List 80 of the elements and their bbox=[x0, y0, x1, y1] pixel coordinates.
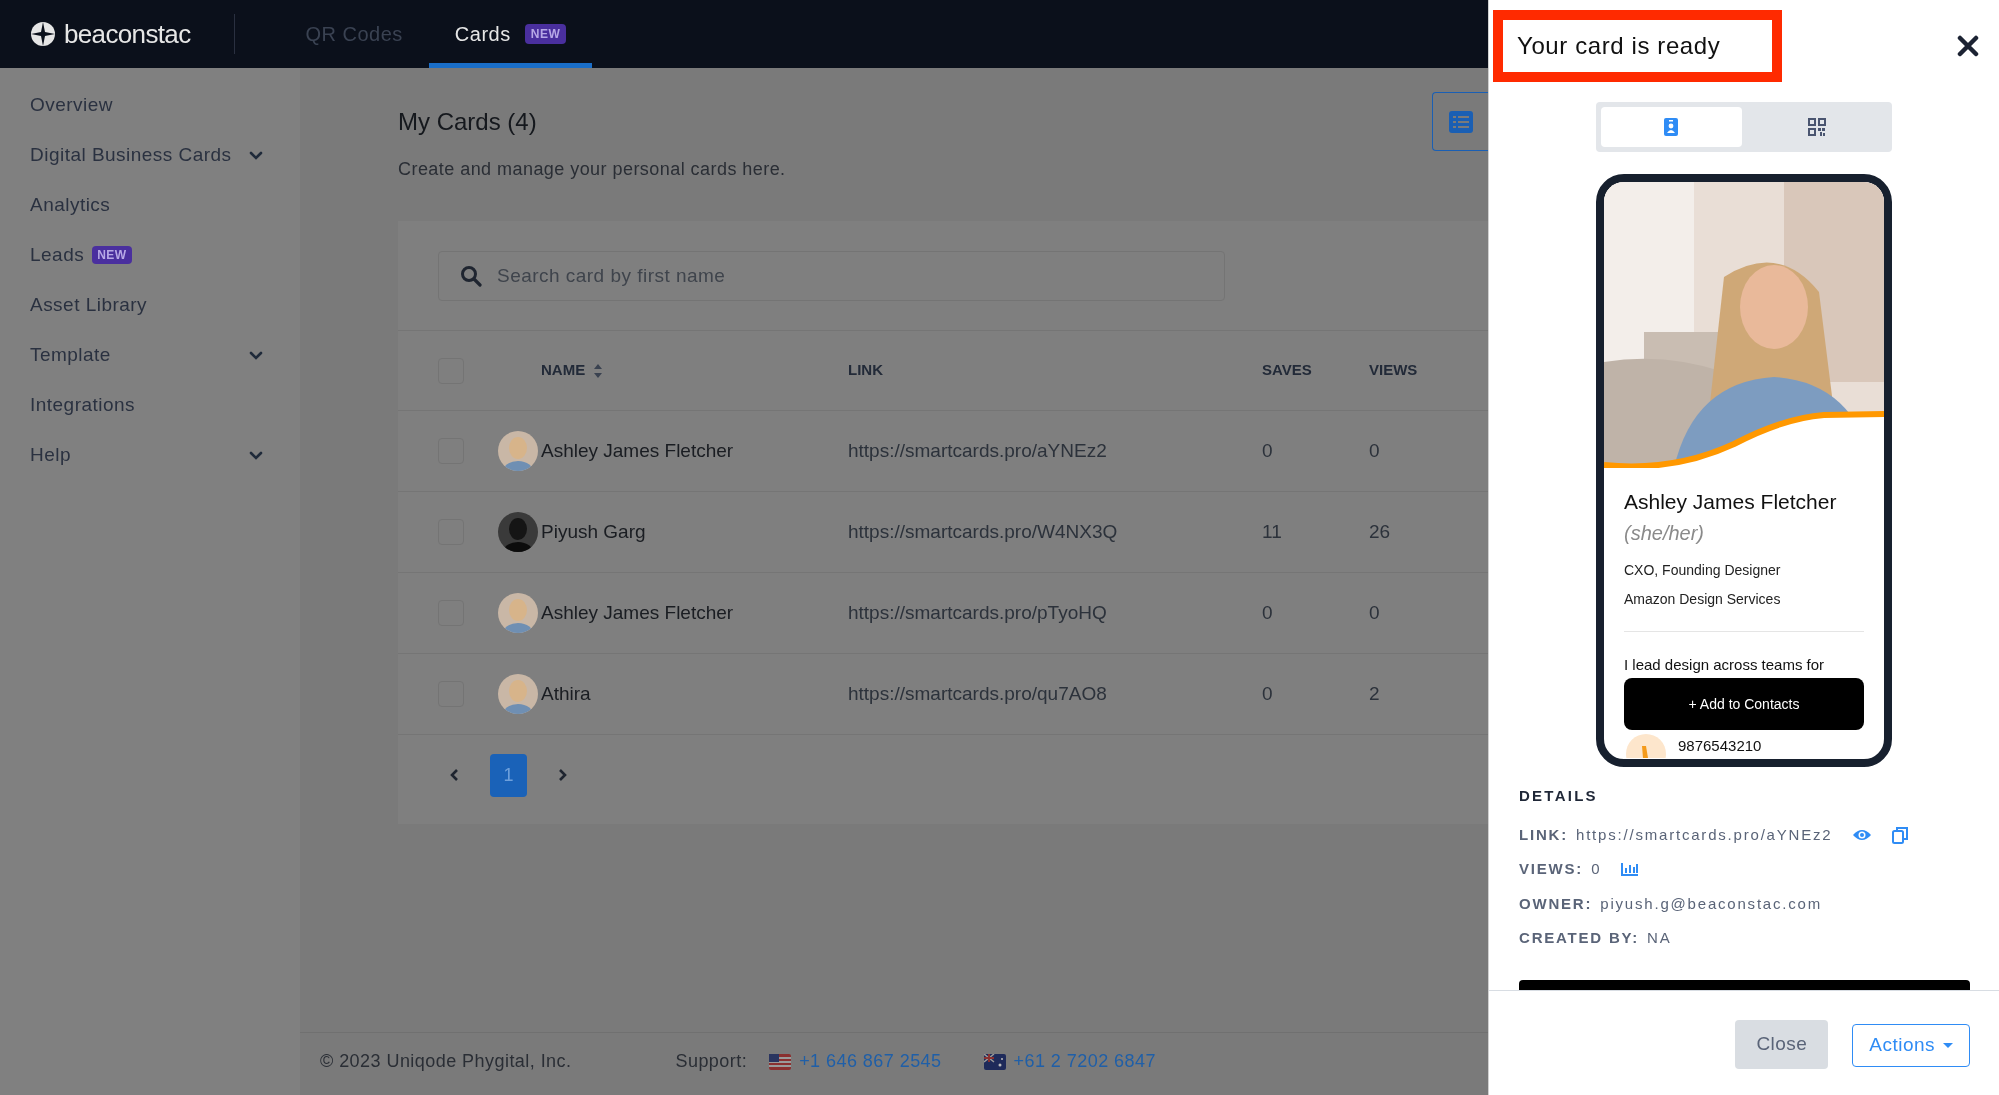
add-to-contacts-button[interactable]: + Add to Contacts bbox=[1624, 678, 1864, 730]
card-phone-number: 9876543210 bbox=[1678, 735, 1762, 756]
close-icon bbox=[1957, 35, 1979, 57]
analytics-button[interactable] bbox=[1621, 862, 1640, 877]
table-cell-text: https://smartcards.pro/W4NX3Q bbox=[848, 519, 1119, 544]
detail-label: OWNER: bbox=[1519, 893, 1593, 914]
flag-icon bbox=[769, 1053, 792, 1070]
caret-down-icon bbox=[1943, 1042, 1953, 1048]
search-icon bbox=[460, 264, 482, 287]
actions-dropdown-button[interactable]: Actions bbox=[1852, 1023, 1970, 1067]
table-cell-text: 2 bbox=[1369, 681, 1381, 706]
copy-button[interactable] bbox=[1892, 825, 1909, 844]
chevron-right-icon bbox=[558, 768, 568, 782]
preview-button[interactable] bbox=[1852, 827, 1873, 842]
table-cell-text: https://smartcards.pro/pTyoHQ bbox=[848, 600, 1108, 625]
detail-label: VIEWS: bbox=[1519, 859, 1584, 879]
card-bio: I lead design across teams for bbox=[1624, 654, 1826, 675]
new-badge: NEW bbox=[92, 246, 132, 264]
sidebar-item[interactable]: Integrations bbox=[0, 380, 300, 430]
details-heading: DETAILS bbox=[1519, 786, 1599, 806]
chevron-down-icon bbox=[248, 149, 264, 161]
page-button[interactable]: 1 bbox=[490, 753, 527, 797]
sidebar-item[interactable]: Digital Business Cards bbox=[0, 130, 300, 180]
column-header[interactable]: LINK bbox=[848, 359, 883, 382]
card-job-title: CXO, Founding Designer bbox=[1624, 560, 1782, 580]
phone-icon bbox=[1626, 734, 1666, 758]
card-pronouns: (she/her) bbox=[1624, 520, 1706, 546]
table-cell-text: Piyush Garg bbox=[541, 519, 647, 544]
list-icon bbox=[1448, 110, 1473, 133]
detail-value: 0 bbox=[1591, 859, 1602, 879]
detail-label: CREATED BY: bbox=[1519, 928, 1640, 948]
column-header[interactable]: VIEWS bbox=[1369, 359, 1418, 382]
chevron-down-icon bbox=[248, 449, 264, 461]
table-cell-text: 0 bbox=[1262, 438, 1274, 463]
flag-icon bbox=[983, 1053, 1006, 1070]
table-cell-text: https://smartcards.pro/qu7AO8 bbox=[848, 681, 1108, 706]
sort-icon bbox=[593, 362, 604, 379]
table-cell-text: Athira bbox=[541, 681, 592, 706]
close-button[interactable]: Close bbox=[1735, 1019, 1829, 1069]
card-name: Ashley James Fletcher bbox=[1624, 489, 1838, 515]
table-cell-text: Ashley James Fletcher bbox=[541, 600, 735, 625]
sidebar-item[interactable]: Analytics bbox=[0, 180, 300, 230]
drawer-title: Your card is ready bbox=[1493, 10, 1782, 82]
sidebar-item[interactable]: Overview bbox=[0, 80, 300, 130]
copyright-text: © 2023 Uniqode Phygital, Inc. bbox=[320, 1050, 572, 1073]
column-header[interactable]: NAME bbox=[541, 359, 604, 382]
nav-tab[interactable]: Cards NEW bbox=[428, 0, 593, 68]
table-cell-text: 11 bbox=[1262, 519, 1283, 544]
detail-value: https://smartcards.pro/aYNEz2 bbox=[1576, 824, 1833, 845]
page-subtitle: Create and manage your personal cards here. bbox=[398, 158, 787, 181]
table-cell-text: 0 bbox=[1369, 600, 1381, 625]
page-title: My Cards (4) bbox=[398, 107, 538, 137]
copy-icon bbox=[1892, 825, 1909, 844]
table-cell-text: 26 bbox=[1369, 519, 1392, 544]
chevron-down-icon bbox=[248, 349, 264, 361]
new-badge: NEW bbox=[524, 24, 567, 44]
chevron-left-icon bbox=[449, 768, 459, 782]
contact-card-icon bbox=[1664, 118, 1679, 136]
table-cell-text: https://smartcards.pro/aYNEz2 bbox=[848, 438, 1108, 463]
table-cell-text: 0 bbox=[1262, 681, 1274, 706]
view-toggle-button[interactable] bbox=[1601, 107, 1742, 147]
card-company: Amazon Design Services bbox=[1624, 589, 1782, 609]
table-cell-text: 0 bbox=[1369, 438, 1381, 463]
sidebar-item[interactable]: Template bbox=[0, 330, 300, 380]
table-cell-text: Ashley James Fletcher bbox=[541, 438, 735, 463]
detail-label: LINK: bbox=[1519, 824, 1568, 845]
column-header[interactable]: SAVES bbox=[1262, 359, 1312, 382]
detail-value: NA bbox=[1647, 928, 1672, 948]
sidebar-item[interactable]: Asset Library bbox=[0, 280, 300, 330]
logo-text: beaconstac bbox=[64, 17, 191, 51]
eye-icon bbox=[1852, 827, 1873, 842]
table-cell-text: 0 bbox=[1262, 600, 1274, 625]
detail-value: piyush.g@beaconstac.com bbox=[1600, 893, 1823, 914]
sidebar-item[interactable]: Help bbox=[0, 430, 300, 480]
logo-icon bbox=[30, 21, 56, 47]
support-label: Support: bbox=[675, 1050, 748, 1073]
qr-code-icon bbox=[1807, 118, 1826, 136]
sidebar-item[interactable]: Leads NEW bbox=[0, 230, 300, 280]
search-field[interactable]: Search card by first name bbox=[438, 250, 1225, 301]
bar-chart-icon bbox=[1621, 862, 1640, 877]
